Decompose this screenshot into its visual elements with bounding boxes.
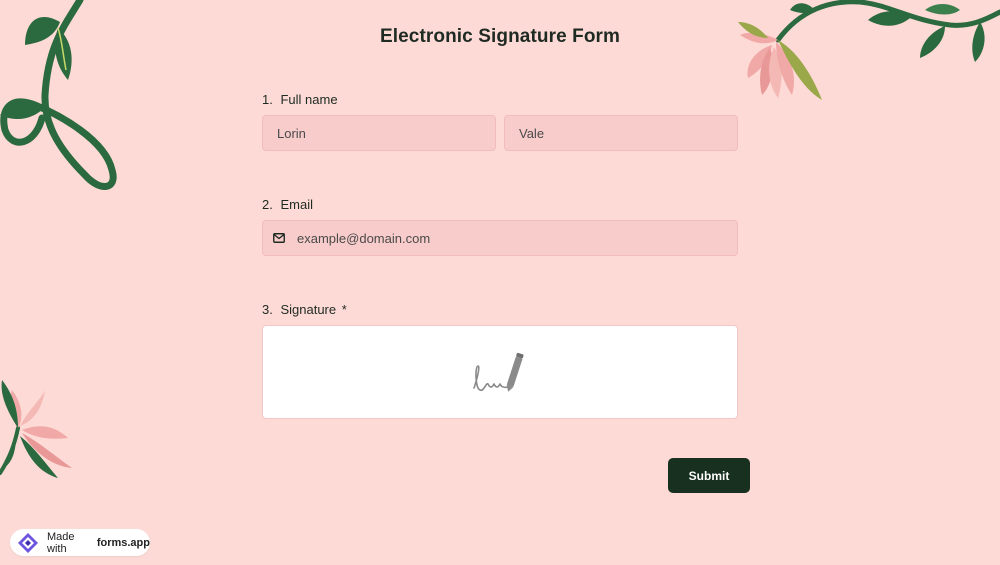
flower-decoration-bottom-left (0, 380, 72, 478)
signature-pad[interactable] (262, 325, 738, 419)
badge-brand: forms.app (96, 536, 150, 549)
required-marker: * (341, 302, 347, 317)
made-with-badge[interactable]: Made with forms.app (10, 529, 150, 556)
question-number: 3. (262, 302, 273, 317)
question-label-full-name: 1. Full name (262, 92, 338, 107)
last-name-value: Vale (519, 125, 545, 141)
forms-app-logo-icon (17, 532, 41, 554)
question-number: 2. (262, 197, 273, 212)
email-placeholder: example@domain.com (297, 230, 431, 246)
form-title: Electronic Signature Form (379, 26, 621, 47)
signature-pen-icon (473, 352, 524, 392)
first-name-input[interactable]: Lorin (262, 115, 496, 151)
last-name-input[interactable]: Vale (504, 115, 738, 151)
question-label-signature: 3. Signature * (262, 302, 347, 317)
question-number: 1. (262, 92, 273, 107)
badge-prefix: Made with (47, 530, 75, 555)
question-text: Full name (280, 92, 338, 107)
submit-button[interactable]: Submit (668, 458, 750, 493)
email-input[interactable]: example@domain.com (262, 220, 738, 256)
question-text: Email (280, 197, 313, 212)
envelope-icon (273, 233, 285, 243)
vine-flower-decoration-top-right (738, 0, 1000, 100)
first-name-value: Lorin (277, 125, 306, 141)
question-label-email: 2. Email (262, 197, 313, 212)
question-text: Signature (280, 302, 337, 317)
